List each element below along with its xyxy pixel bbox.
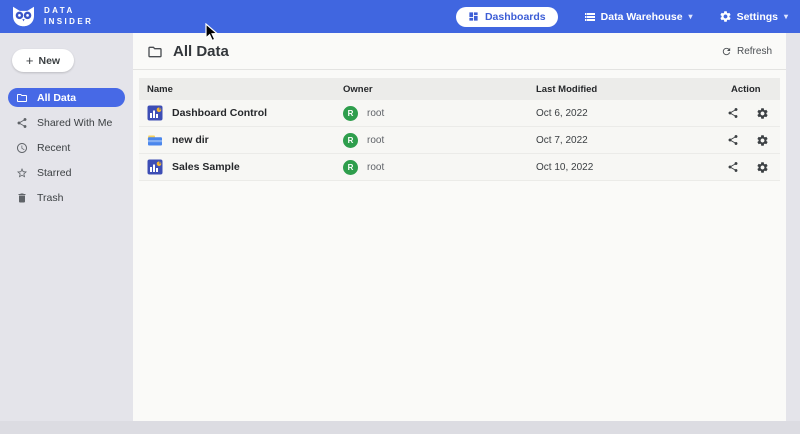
table-row[interactable]: new dir R root Oct 7, 2022: [139, 127, 780, 154]
owner-name: root: [367, 162, 384, 173]
dashboards-label: Dashboards: [485, 11, 546, 23]
top-navbar: DATA INSIDER Dashboards Data Warehouse ▾…: [0, 0, 800, 33]
table-row[interactable]: Dashboard Control R root Oct 6, 2022: [139, 100, 780, 127]
file-name: Dashboard Control: [172, 107, 267, 119]
column-header-owner: Owner: [335, 84, 528, 95]
sidebar-item-label: Recent: [37, 142, 70, 154]
refresh-button[interactable]: Refresh: [721, 46, 772, 57]
chevron-down-icon: ▾: [784, 12, 788, 21]
owner-name: root: [367, 135, 384, 146]
all-data-panel: All Data Refresh Name Owner Last Modifie…: [133, 33, 786, 421]
settings-action-icon[interactable]: [756, 161, 769, 174]
chevron-down-icon: ▾: [689, 12, 693, 21]
refresh-icon: [721, 46, 732, 57]
share-icon: [16, 117, 28, 129]
data-warehouse-label: Data Warehouse: [601, 11, 683, 23]
clock-icon: [16, 142, 28, 154]
sidebar-item-shared-with-me[interactable]: Shared With Me: [8, 113, 125, 132]
share-action-icon[interactable]: [727, 161, 739, 173]
folder-file-icon: [147, 132, 163, 148]
file-name: new dir: [172, 134, 209, 146]
refresh-label: Refresh: [737, 46, 772, 57]
dashboard-icon: [468, 11, 479, 22]
settings-menu[interactable]: Settings ▾: [719, 10, 788, 23]
plus-icon: +: [26, 54, 34, 67]
table-header-row: Name Owner Last Modified Action: [139, 78, 780, 100]
owner-name: root: [367, 108, 384, 119]
last-modified-date: Oct 10, 2022: [528, 162, 723, 173]
sidebar: + New All Data Shared With Me Recent: [0, 33, 133, 421]
new-button[interactable]: + New: [12, 49, 74, 72]
data-warehouse-menu[interactable]: Data Warehouse ▾: [584, 11, 693, 23]
file-name: Sales Sample: [172, 161, 240, 173]
dashboard-file-icon: [147, 105, 163, 121]
settings-action-icon[interactable]: [756, 134, 769, 147]
sidebar-item-all-data[interactable]: All Data: [8, 88, 125, 107]
gear-icon: [719, 10, 732, 23]
owner-avatar: R: [343, 106, 358, 121]
database-icon: [584, 11, 596, 23]
brand: DATA INSIDER: [10, 5, 93, 28]
files-table: Name Owner Last Modified Action: [139, 78, 780, 181]
last-modified-date: Oct 6, 2022: [528, 108, 723, 119]
owner-avatar: R: [343, 160, 358, 175]
table-row[interactable]: Sales Sample R root Oct 10, 2022: [139, 154, 780, 181]
sidebar-item-starred[interactable]: Starred: [8, 163, 125, 182]
column-header-last-modified: Last Modified: [528, 84, 723, 95]
trash-icon: [16, 192, 28, 204]
bottom-strip: [0, 421, 800, 434]
dashboard-file-icon: [147, 159, 163, 175]
share-action-icon[interactable]: [727, 134, 739, 146]
dashboards-button[interactable]: Dashboards: [456, 7, 558, 27]
owner-avatar: R: [343, 133, 358, 148]
brand-title: DATA INSIDER: [44, 6, 93, 28]
sidebar-item-label: Trash: [37, 192, 63, 204]
new-button-label: New: [39, 55, 61, 67]
column-header-action: Action: [723, 84, 780, 95]
share-action-icon[interactable]: [727, 107, 739, 119]
sidebar-item-label: Starred: [37, 167, 71, 179]
sidebar-item-label: Shared With Me: [37, 117, 112, 129]
column-header-name: Name: [139, 84, 335, 95]
settings-label: Settings: [737, 11, 778, 23]
sidebar-item-trash[interactable]: Trash: [8, 188, 125, 207]
sidebar-item-recent[interactable]: Recent: [8, 138, 125, 157]
owl-logo-icon: [10, 5, 37, 28]
sidebar-item-label: All Data: [37, 92, 76, 104]
last-modified-date: Oct 7, 2022: [528, 135, 723, 146]
folder-icon: [16, 92, 28, 104]
page-title: All Data: [173, 43, 229, 60]
star-icon: [16, 167, 28, 179]
settings-action-icon[interactable]: [756, 107, 769, 120]
folder-outline-icon: [147, 44, 163, 60]
